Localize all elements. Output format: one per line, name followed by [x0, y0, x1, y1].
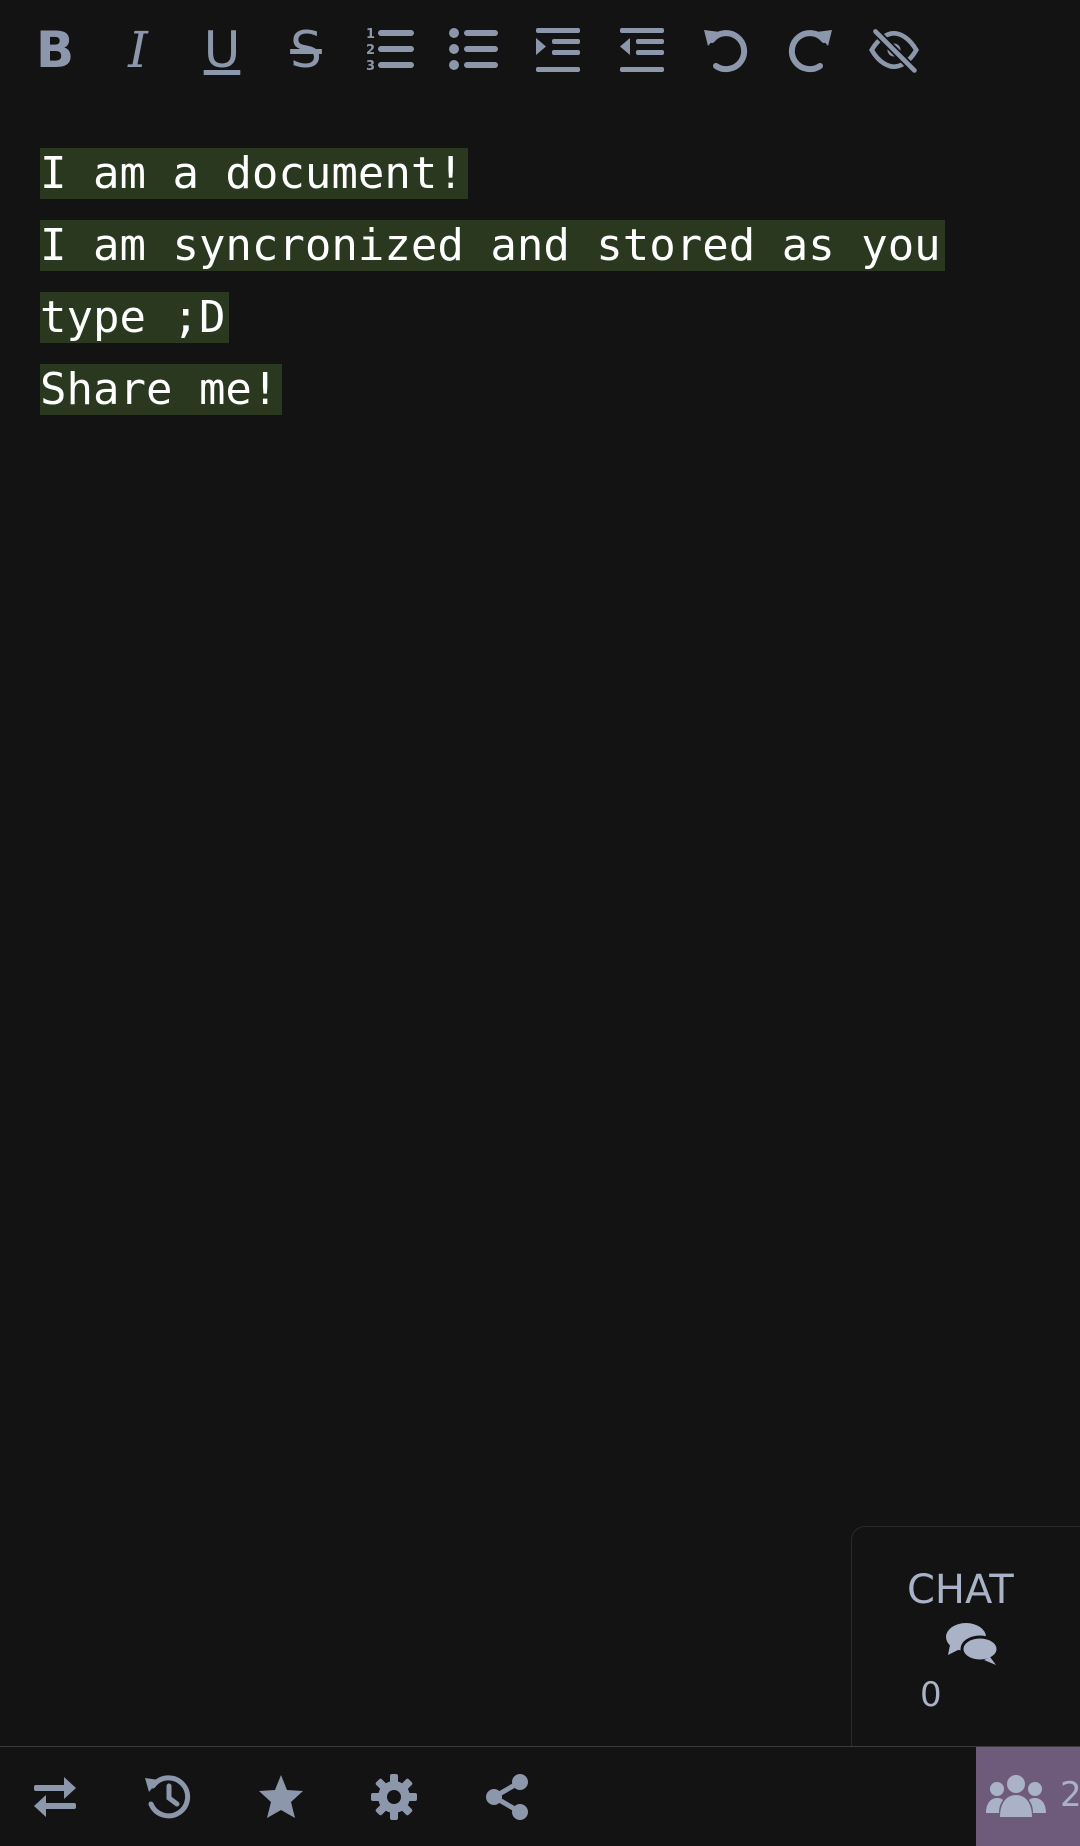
strikethrough-icon: S: [290, 21, 322, 79]
undo-icon: [704, 30, 748, 73]
ordered-list-button[interactable]: 1 2 3: [358, 18, 422, 82]
editor-line: I am a document!: [40, 138, 1040, 210]
svg-text:1: 1: [366, 27, 375, 42]
indent-button[interactable]: [526, 18, 590, 82]
highlighted-text: I am a document!: [40, 148, 468, 199]
bullet-list-icon: [449, 28, 498, 70]
ordered-list-icon: 1 2 3: [366, 27, 414, 74]
eye-slash-icon: [869, 28, 919, 74]
outdent-icon: [620, 28, 664, 72]
italic-icon: I: [128, 21, 148, 79]
saved-revision-button[interactable]: [253, 1769, 309, 1825]
underline-icon: U: [203, 21, 241, 79]
comments-icon: [946, 1623, 1000, 1665]
users-count: 2: [1060, 1775, 1080, 1815]
bottom-toolbar: [0, 1746, 1080, 1846]
strikethrough-button[interactable]: S: [274, 18, 338, 82]
outdent-button[interactable]: [610, 18, 674, 82]
users-button[interactable]: 2: [976, 1747, 1080, 1846]
share-button[interactable]: [479, 1769, 535, 1825]
document-editor[interactable]: I am a document! I am syncronized and st…: [40, 138, 1040, 426]
settings-button[interactable]: [366, 1769, 422, 1825]
gear-icon: [371, 1774, 417, 1820]
undo-button[interactable]: [694, 18, 758, 82]
highlighted-text: Share me!: [40, 364, 283, 415]
import-export-button[interactable]: [27, 1769, 83, 1825]
timeslider-button[interactable]: [140, 1769, 196, 1825]
highlighted-text: type ;D: [40, 292, 230, 343]
bullet-list-button[interactable]: [442, 18, 506, 82]
chat-widget[interactable]: CHAT 0: [851, 1526, 1080, 1747]
editor-line: Share me!: [40, 354, 1040, 426]
exchange-icon: [34, 1777, 76, 1817]
redo-button[interactable]: [778, 18, 842, 82]
share-icon: [486, 1774, 528, 1820]
toggle-colors-button[interactable]: [862, 18, 926, 82]
format-toolbar: B I U S 1 2 3: [0, 0, 1080, 100]
bold-button[interactable]: B: [23, 18, 87, 82]
chat-unread-count: 0: [920, 1675, 942, 1715]
chat-title: CHAT: [907, 1567, 1014, 1613]
svg-text:3: 3: [366, 59, 375, 74]
history-icon: [145, 1775, 191, 1819]
highlighted-text: I am syncronized and stored as you: [40, 220, 945, 271]
editor-page: B I U S 1 2 3 I am a document! I am sync…: [0, 0, 1080, 1846]
italic-button[interactable]: I: [106, 18, 170, 82]
underline-button[interactable]: U: [190, 18, 254, 82]
redo-icon: [788, 30, 832, 73]
bold-icon: B: [35, 21, 75, 79]
star-icon: [259, 1775, 303, 1818]
users-icon: [986, 1775, 1046, 1817]
editor-line: I am syncronized and stored as you: [40, 210, 1040, 282]
editor-line: type ;D: [40, 282, 1040, 354]
indent-icon: [536, 28, 580, 72]
svg-text:2: 2: [366, 43, 375, 58]
